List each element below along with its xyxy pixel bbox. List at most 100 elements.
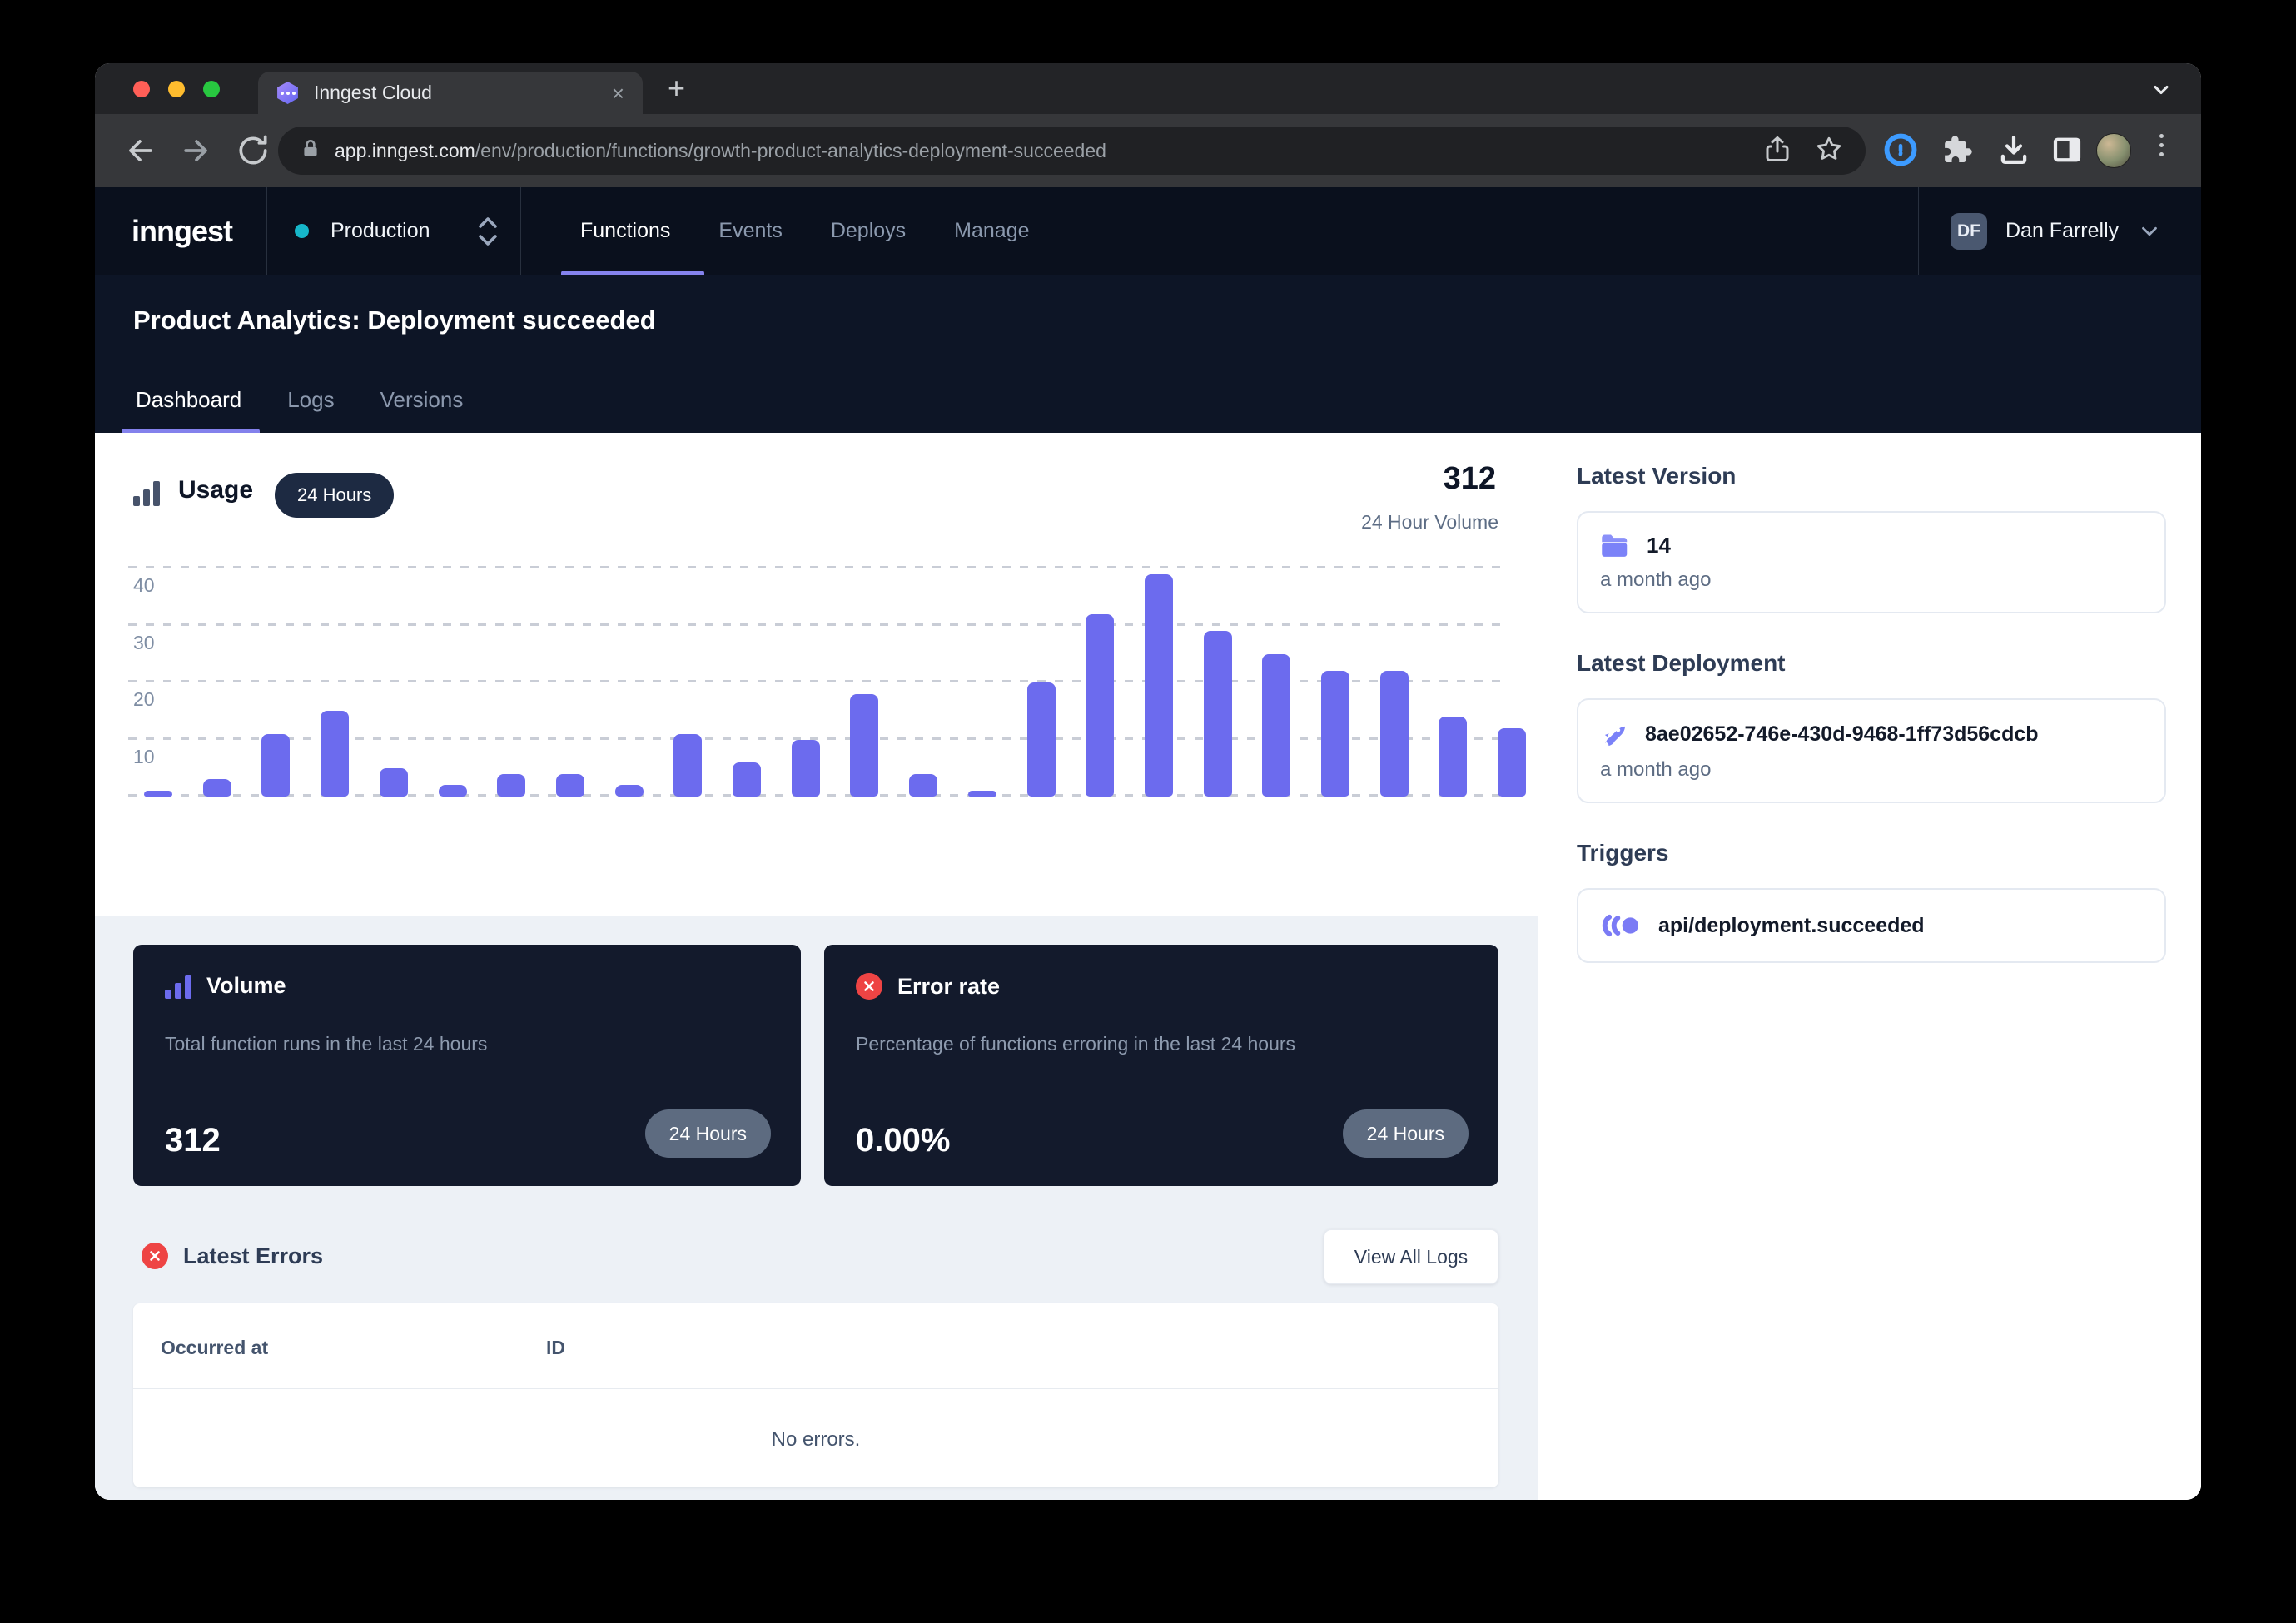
nav-item-deploys[interactable]: Deploys — [831, 219, 906, 243]
user-avatar: DF — [1951, 213, 1987, 250]
usage-bar-6am[interactable] — [733, 762, 761, 797]
share-icon[interactable] — [1762, 134, 1792, 168]
usage-bar-10am[interactable] — [968, 791, 996, 797]
page-title: Product Analytics: Deployment succeeded — [133, 305, 656, 335]
usage-bar-4am[interactable] — [615, 785, 644, 797]
user-menu[interactable]: DF Dan Farrelly — [1951, 213, 2162, 250]
onepassword-extension-icon[interactable] — [1883, 132, 1918, 171]
forward-icon[interactable] — [178, 132, 215, 173]
rocket-icon — [1600, 720, 1628, 748]
nav-item-manage[interactable]: Manage — [954, 219, 1029, 243]
usage-bar-3pm[interactable] — [1262, 654, 1290, 797]
reload-icon[interactable] — [235, 132, 271, 173]
side-panel-icon[interactable] — [2050, 132, 2085, 171]
tab-title: Inngest Cloud — [314, 82, 612, 104]
usage-bar-11pm[interactable] — [321, 711, 349, 797]
lock-icon — [300, 138, 321, 164]
tab-close-icon[interactable]: × — [612, 82, 624, 104]
usage-bar-11am[interactable] — [1027, 682, 1056, 797]
y-axis-tick-label: 30 — [133, 632, 155, 654]
triggers-heading: Triggers — [1577, 840, 2166, 866]
inngest-logo[interactable]: inngest — [132, 214, 232, 249]
page-tab-logs[interactable]: Logs — [287, 387, 334, 413]
volume-card-subtitle: Total function runs in the last 24 hours — [165, 1033, 487, 1055]
usage-bar-9am[interactable] — [909, 774, 937, 797]
usage-volume-value: 312 — [1444, 461, 1496, 497]
environment-name: Production — [330, 219, 430, 243]
volume-bars-icon — [165, 974, 191, 999]
errors-table-header-id: ID — [546, 1337, 565, 1359]
page-tab-dashboard[interactable]: Dashboard — [136, 387, 241, 413]
url-text: app.inngest.com/env/production/functions… — [335, 140, 1746, 162]
back-icon[interactable] — [122, 132, 158, 173]
y-axis-tick-label: 20 — [133, 688, 155, 711]
usage-bar-2am[interactable] — [497, 774, 525, 797]
usage-bar-6pm[interactable] — [1439, 717, 1467, 797]
usage-section: Usage 24 Hours 312 24 Hour Volume 102030… — [95, 433, 1538, 916]
content: Usage 24 Hours 312 24 Hour Volume 102030… — [95, 433, 2201, 1500]
updown-chevron-icon — [475, 214, 500, 249]
minimize-window-button[interactable] — [168, 81, 185, 97]
error-rate-card-range-badge[interactable]: 24 Hours — [1343, 1109, 1469, 1158]
y-axis-tick-label: 40 — [133, 574, 155, 597]
errors-table-empty-state: No errors. — [133, 1428, 1498, 1452]
usage-bar-3am[interactable] — [556, 774, 584, 797]
usage-bar-9pm[interactable] — [203, 779, 231, 797]
nav-divider — [520, 187, 521, 275]
page-tab-versions[interactable]: Versions — [380, 387, 464, 413]
volume-card-range-badge[interactable]: 24 Hours — [645, 1109, 771, 1158]
usage-title: Usage — [178, 476, 253, 504]
download-icon[interactable] — [1996, 132, 2031, 171]
nav-item-functions[interactable]: Functions — [580, 219, 670, 243]
usage-bar-2pm[interactable] — [1204, 631, 1232, 797]
nav-item-events[interactable]: Events — [718, 219, 782, 243]
usage-bar-5am[interactable] — [673, 734, 702, 797]
usage-bar-7pm[interactable] — [1498, 728, 1526, 797]
environment-switcher[interactable]: Production — [295, 214, 500, 249]
usage-bar-1am[interactable] — [439, 785, 467, 797]
latest-deployment-card[interactable]: 8ae02652-746e-430d-9468-1ff73d56cdcb a m… — [1577, 698, 2166, 803]
browser-tab[interactable]: Inngest Cloud × — [258, 72, 643, 114]
usage-bar-12pm[interactable] — [1086, 614, 1114, 797]
metrics-area: Volume Total function runs in the last 2… — [95, 916, 1538, 1500]
usage-bar-4pm[interactable] — [1321, 671, 1349, 797]
gridline-y-40 — [128, 566, 1507, 568]
event-trigger-icon — [1600, 913, 1640, 938]
error-rate-card-subtitle: Percentage of functions erroring in the … — [856, 1033, 1295, 1055]
trigger-card[interactable]: api/deployment.succeeded — [1577, 888, 2166, 963]
url-host: app.inngest.com — [335, 140, 475, 161]
close-window-button[interactable] — [133, 81, 150, 97]
usage-bar-7am[interactable] — [792, 740, 820, 797]
latest-version-heading: Latest Version — [1577, 463, 2166, 489]
table-divider — [133, 1388, 1498, 1389]
errors-table: Occurred at ID No errors. — [133, 1303, 1498, 1487]
volume-card-value: 312 — [165, 1122, 221, 1159]
latest-version-value: 14 — [1647, 533, 1671, 558]
usage-bar-8am[interactable] — [850, 694, 878, 797]
view-all-logs-button[interactable]: View All Logs — [1324, 1229, 1498, 1284]
error-rate-card-value: 0.00% — [856, 1122, 950, 1159]
latest-errors-icon — [142, 1243, 168, 1269]
url-bar[interactable]: app.inngest.com/env/production/functions… — [278, 127, 1866, 175]
usage-bar-1pm[interactable] — [1145, 574, 1173, 797]
bookmark-star-icon[interactable] — [1814, 134, 1844, 168]
latest-version-time: a month ago — [1600, 568, 2143, 592]
latest-version-card[interactable]: 14 a month ago — [1577, 511, 2166, 613]
active-nav-underline — [561, 270, 704, 275]
extensions-puzzle-icon[interactable] — [1940, 132, 1975, 171]
usage-bar-8pm[interactable] — [144, 791, 172, 797]
usage-bar-5pm[interactable] — [1380, 671, 1409, 797]
usage-range-badge[interactable]: 24 Hours — [275, 473, 394, 518]
browser-window: Inngest Cloud × + app.inngest.com/env/pr… — [95, 63, 2201, 1500]
browser-toolbar: app.inngest.com/env/production/functions… — [95, 114, 2201, 187]
usage-bar-10pm[interactable] — [261, 734, 290, 797]
bar-chart-icon — [133, 479, 160, 506]
browser-menu-icon[interactable] — [2159, 134, 2164, 156]
browser-profile-avatar[interactable] — [2096, 133, 2131, 168]
new-tab-button[interactable]: + — [668, 71, 685, 106]
errors-table-header-occurred-at: Occurred at — [161, 1337, 268, 1359]
usage-bar-12am[interactable] — [380, 768, 408, 797]
user-name: Dan Farrelly — [2005, 219, 2119, 243]
tab-search-chevron-icon[interactable] — [2149, 78, 2173, 106]
zoom-window-button[interactable] — [203, 81, 220, 97]
